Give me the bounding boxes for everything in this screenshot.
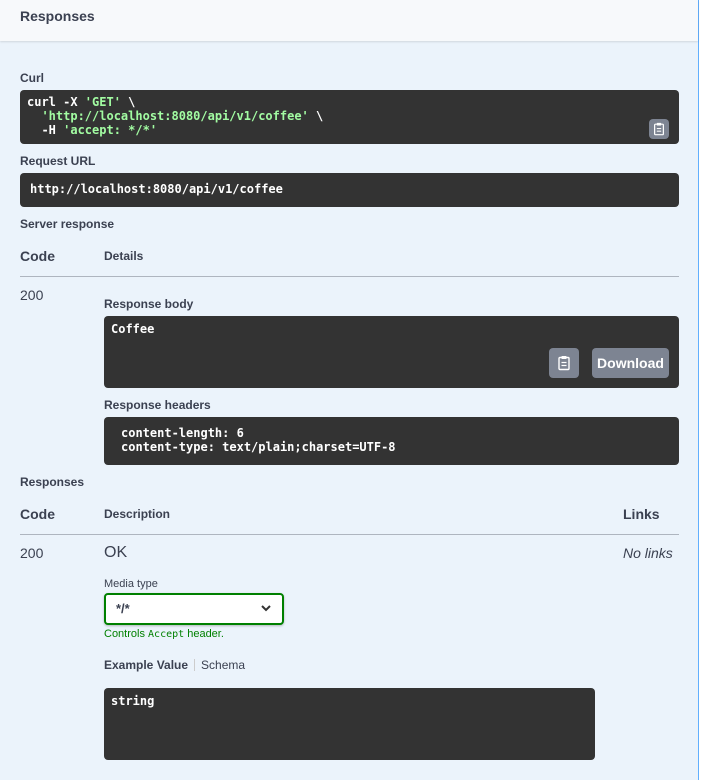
header-content-type: content-type: text/plain;charset=UTF-8: [121, 440, 396, 454]
responses-panel: Responses Curl curl -X 'GET' \ 'http://l…: [0, 0, 699, 780]
responses-links: No links: [623, 545, 673, 561]
response-headers-box: content-length: 6 content-type: text/pla…: [104, 417, 679, 465]
request-url-label: Request URL: [20, 154, 96, 168]
request-url-value: http://localhost:8080/api/v1/coffee: [30, 182, 283, 196]
responses-col-description: Description: [104, 507, 171, 521]
controls-accept-note: Controls Accept header.: [104, 628, 224, 640]
clipboard-icon: [654, 122, 664, 136]
section-title: Responses: [20, 8, 95, 24]
responses-col-code: Code: [20, 506, 55, 522]
response-headers-label: Response headers: [104, 398, 211, 412]
example-value-box: string: [104, 688, 595, 760]
server-response-label: Server response: [20, 217, 115, 231]
server-col-details: Details: [104, 249, 144, 263]
copy-curl-button[interactable]: [649, 119, 669, 139]
server-response-code: 200: [20, 287, 44, 303]
response-headers-content: content-length: 6 content-type: text/pla…: [121, 426, 396, 454]
response-body-box[interactable]: Coffee Download: [104, 316, 679, 388]
responses-col-links: Links: [623, 506, 660, 522]
example-tabs: Example Value Schema: [104, 658, 245, 672]
responses-code: 200: [20, 545, 44, 561]
curl-code-block[interactable]: curl -X 'GET' \ 'http://localhost:8080/a…: [20, 90, 679, 144]
tab-example-value[interactable]: Example Value: [104, 658, 188, 672]
responses-label: Responses: [20, 475, 85, 489]
request-url-box: http://localhost:8080/api/v1/coffee: [20, 173, 679, 207]
section-header: Responses: [0, 0, 698, 41]
tab-separator: [194, 659, 196, 671]
copy-response-button[interactable]: [549, 348, 579, 378]
response-body-label: Response body: [104, 297, 194, 311]
example-value-content: string: [111, 694, 155, 708]
curl-command: curl -X 'GET' \ 'http://localhost:8080/a…: [27, 95, 324, 137]
chevron-down-icon: [261, 605, 271, 612]
header-content-length: content-length: 6: [121, 426, 244, 440]
curl-label: Curl: [20, 71, 44, 85]
media-type-value: */*: [116, 601, 130, 616]
server-table-divider: [20, 276, 679, 277]
server-col-code: Code: [20, 248, 55, 264]
responses-description: OK: [104, 544, 128, 561]
response-body-content: Coffee: [111, 322, 155, 336]
tab-schema[interactable]: Schema: [201, 658, 245, 672]
media-type-label: Media type: [104, 578, 158, 590]
download-button[interactable]: Download: [592, 348, 669, 378]
clipboard-icon: [558, 356, 570, 371]
media-type-select[interactable]: */*: [104, 593, 284, 625]
responses-table-divider: [20, 534, 679, 535]
